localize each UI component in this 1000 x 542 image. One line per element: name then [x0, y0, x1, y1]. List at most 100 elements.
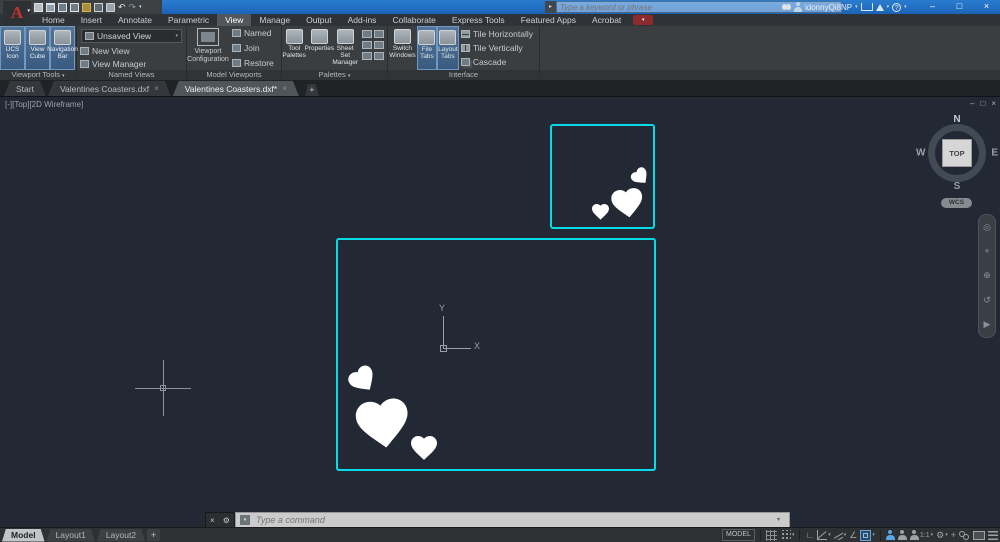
app-store-cart-icon[interactable]: [861, 3, 873, 11]
model-tab[interactable]: Model: [2, 529, 45, 542]
join-viewport-button[interactable]: Join: [229, 41, 274, 54]
search-binoculars-icon[interactable]: [782, 4, 791, 10]
panel-label-viewport-tools[interactable]: Viewport Tools ▾: [0, 70, 76, 80]
polar-tracking-button[interactable]: ▾: [817, 530, 831, 540]
viewcube-south[interactable]: S: [954, 181, 961, 192]
zoom-extents-icon[interactable]: ⊕: [983, 270, 991, 281]
tab-acrobat[interactable]: Acrobat: [584, 14, 629, 26]
tab-output[interactable]: Output: [298, 14, 340, 26]
command-expand-caret-icon[interactable]: ▾: [777, 512, 785, 528]
wcs-dropdown[interactable]: WCS: [941, 198, 972, 208]
user-menu-caret-icon[interactable]: ▾: [855, 4, 858, 10]
heart-shape[interactable]: [411, 436, 437, 460]
viewport-configuration-button[interactable]: Viewport Configuration: [187, 26, 229, 70]
tab-add-ins[interactable]: Add-ins: [340, 14, 385, 26]
minimize-button[interactable]: –: [919, 0, 946, 14]
new-file-icon[interactable]: [34, 3, 43, 12]
close-button[interactable]: ×: [973, 0, 1000, 14]
layout-tabs-toggle-button[interactable]: Layout Tabs: [437, 26, 459, 70]
annotation-monitor-button[interactable]: +: [951, 530, 956, 541]
command-input[interactable]: [254, 514, 773, 526]
heart-shape[interactable]: [354, 397, 412, 452]
command-customize-icon[interactable]: ⚙: [223, 516, 230, 525]
new-layout-button[interactable]: +: [147, 529, 160, 541]
help-caret-icon[interactable]: ▾: [904, 4, 907, 10]
autocad-app-button[interactable]: A▾: [3, 1, 31, 26]
undo-icon[interactable]: ↶: [118, 3, 126, 12]
full-navigation-wheel-icon[interactable]: ◎: [983, 222, 991, 233]
open-file-icon[interactable]: [46, 3, 55, 12]
command-close-icon[interactable]: ×: [210, 516, 215, 525]
named-viewport-button[interactable]: Named: [229, 27, 274, 40]
tab-annotate[interactable]: Annotate: [110, 14, 160, 26]
username[interactable]: idonnyQi8NP: [805, 3, 852, 12]
ortho-mode-button[interactable]: ∟: [805, 530, 814, 541]
layout2-tab[interactable]: Layout2: [97, 529, 145, 542]
open-from-mobile-icon[interactable]: [94, 3, 103, 12]
viewcube-top-face[interactable]: TOP: [942, 139, 972, 167]
panel-label-named-views[interactable]: Named Views: [77, 70, 186, 80]
close-tab-icon[interactable]: ×: [154, 84, 159, 93]
plot-icon[interactable]: [82, 3, 91, 12]
layer-palette-icon[interactable]: [374, 30, 384, 38]
layout1-tab[interactable]: Layout1: [47, 529, 95, 542]
ribbon-display-toggle[interactable]: ▾: [633, 15, 653, 25]
tab-parametric[interactable]: Parametric: [160, 14, 217, 26]
maximize-button[interactable]: □: [946, 0, 973, 14]
viewport-minimize-icon[interactable]: –: [970, 99, 974, 108]
object-snap-button[interactable]: ▾: [860, 530, 875, 541]
tab-view[interactable]: View: [217, 14, 251, 26]
switch-windows-button[interactable]: Switch Windows: [388, 26, 417, 70]
tab-express-tools[interactable]: Express Tools: [444, 14, 513, 26]
search-scope-icon[interactable]: ▸: [545, 1, 556, 13]
tab-collaborate[interactable]: Collaborate: [384, 14, 443, 26]
tile-vertically-button[interactable]: Tile Vertically: [461, 42, 539, 54]
file-tabs-toggle-button[interactable]: File Tabs: [417, 26, 437, 70]
restore-viewport-button[interactable]: Restore: [229, 56, 274, 69]
count-palette-icon[interactable]: [374, 41, 384, 49]
annotation-autoscale-button[interactable]: [898, 530, 907, 541]
command-recent-icon[interactable]: ▾: [240, 515, 250, 525]
cascade-button[interactable]: Cascade: [461, 56, 539, 68]
new-view-button[interactable]: New View: [77, 44, 186, 57]
viewport-close-icon[interactable]: ×: [991, 99, 996, 108]
file-tab-dxf[interactable]: Valentines Coasters.dxf×: [48, 81, 171, 96]
save-as-icon[interactable]: [70, 3, 79, 12]
view-dropdown[interactable]: Unsaved View ▾: [81, 29, 182, 43]
navigation-bar[interactable]: ◎ + ⊕ ↺ ▶: [978, 214, 996, 338]
tile-horizontally-button[interactable]: Tile Horizontally: [461, 28, 539, 40]
redo-icon[interactable]: ↷: [129, 3, 137, 12]
properties-button[interactable]: Properties: [306, 26, 332, 70]
viewport-restore-icon[interactable]: □: [980, 99, 985, 108]
isolate-objects-button[interactable]: [959, 531, 970, 540]
navigation-bar-button[interactable]: Navigation Bar: [50, 26, 75, 70]
share-icon[interactable]: [876, 4, 884, 11]
annotation-visibility-button[interactable]: [886, 530, 895, 541]
panel-label-model-viewports[interactable]: Model Viewports: [187, 70, 281, 80]
new-drawing-tab-button[interactable]: +: [305, 84, 319, 96]
snap-mode-button[interactable]: ▾: [780, 530, 795, 541]
viewcube-north[interactable]: N: [953, 114, 960, 125]
viewport-controls-label[interactable]: [-][Top][2D Wireframe]: [5, 100, 83, 109]
tab-home[interactable]: Home: [34, 14, 73, 26]
isometric-drafting-button[interactable]: ▾: [834, 531, 847, 540]
panel-label-interface[interactable]: Interface: [388, 70, 539, 80]
orbit-icon[interactable]: ↺: [983, 295, 991, 306]
heart-shape[interactable]: [592, 204, 609, 220]
viewcube-west[interactable]: W: [916, 148, 925, 159]
file-tab-start[interactable]: Start: [4, 81, 46, 96]
close-tab-icon[interactable]: ×: [282, 84, 287, 93]
hardware-acceleration-button[interactable]: [973, 531, 985, 540]
help-icon[interactable]: ?: [892, 3, 901, 12]
blocks-palette-icon[interactable]: [362, 52, 372, 60]
ucs-icon-button[interactable]: UCS Icon: [0, 26, 25, 70]
view-manager-button[interactable]: View Manager: [77, 57, 186, 70]
share-caret-icon[interactable]: ▾: [887, 4, 890, 10]
sheet-set-manager-button[interactable]: Sheet Set Manager: [332, 26, 358, 70]
customization-button[interactable]: [988, 531, 998, 540]
designcenter-palette-icon[interactable]: [374, 52, 384, 60]
annotation-scale-button[interactable]: 1:1▾: [910, 530, 933, 541]
heart-shape[interactable]: [610, 187, 645, 220]
command-line-palette-icon[interactable]: [362, 30, 372, 38]
showmotion-icon[interactable]: ▶: [984, 319, 991, 330]
